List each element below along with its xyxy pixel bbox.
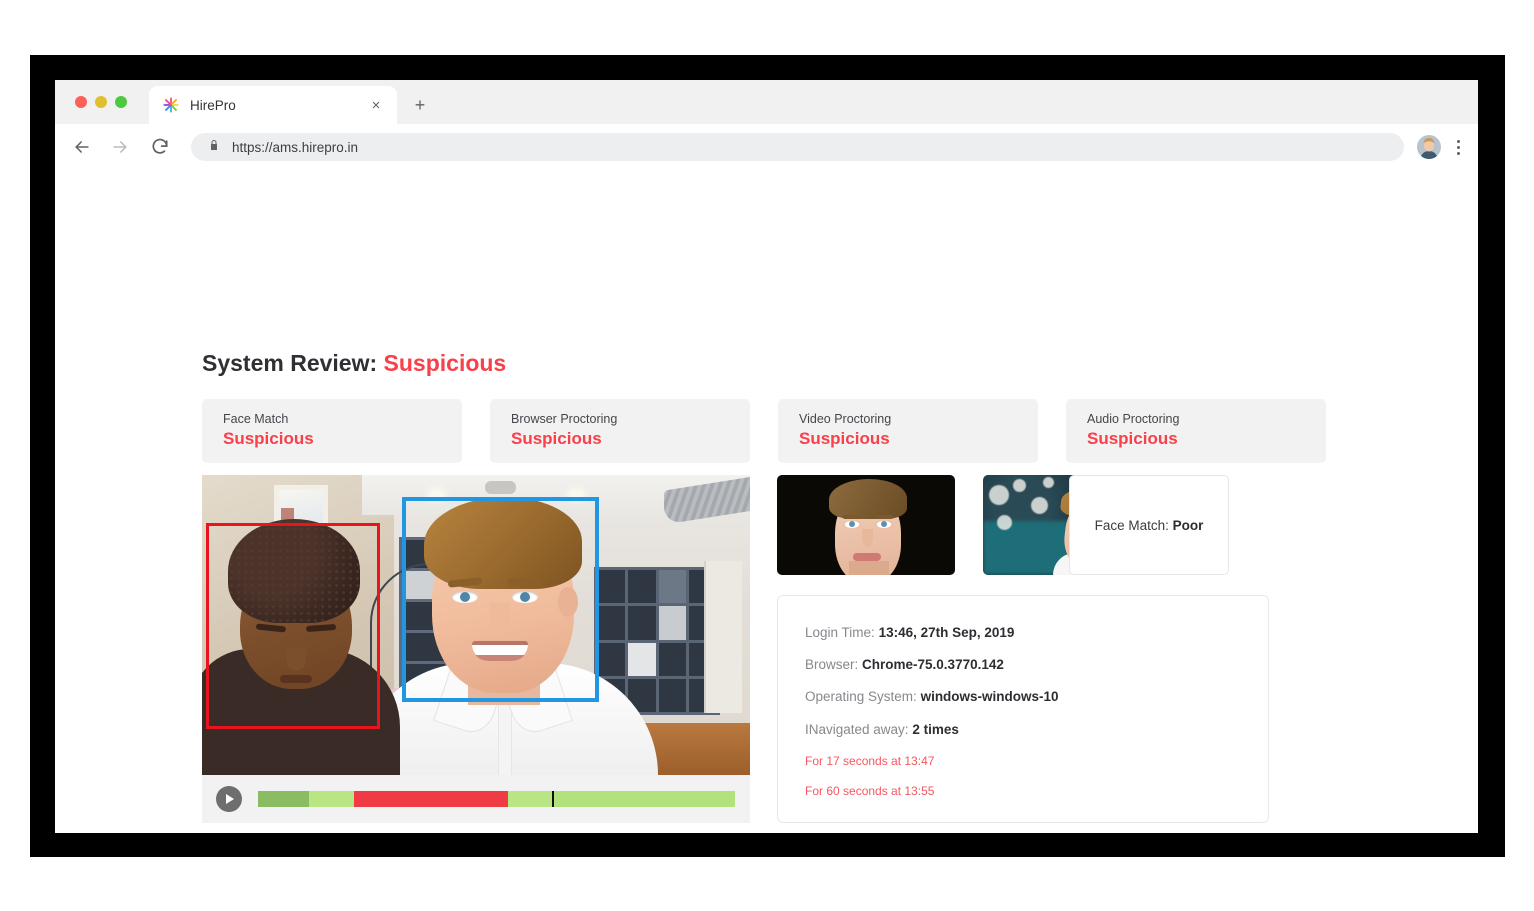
webcam-video-frame[interactable]: [202, 475, 750, 775]
timeline-segment[interactable]: [507, 791, 553, 807]
card-label: Browser Proctoring: [511, 412, 618, 426]
timeline-segment[interactable]: [552, 791, 735, 807]
info-row-operating-system: Operating System: windows-windows-10: [805, 689, 1268, 705]
back-icon[interactable]: [70, 135, 94, 159]
status-badge: Suspicious: [799, 428, 890, 448]
info-row-browser: Browser: Chrome-75.0.3770.142: [805, 657, 1268, 673]
status-card-video-proctoring[interactable]: Video Proctoring Suspicious: [778, 399, 1038, 463]
navigation-alert: For 17 seconds at 13:47: [805, 753, 935, 768]
browser-menu-button[interactable]: [1447, 135, 1469, 159]
scene-smoke-detector: [485, 481, 516, 494]
face-match-value: Poor: [1172, 517, 1204, 533]
status-card-face-match[interactable]: Face Match Suspicious: [202, 399, 462, 463]
browser-tab-title: HirePro: [190, 97, 236, 113]
window-minimize-button[interactable]: [95, 96, 107, 108]
session-info-panel: Login Time: 13:46, 27th Sep, 2019 Browse…: [777, 595, 1269, 823]
face-match-label: Face Match:: [1094, 517, 1169, 533]
face-detection-box-candidate: [402, 497, 599, 702]
info-row-navigated-away: INavigated away: 2 times: [805, 722, 1268, 738]
play-button[interactable]: [216, 786, 242, 812]
page-title-status: Suspicious: [383, 350, 507, 376]
forward-icon[interactable]: [108, 135, 132, 159]
status-card-audio-proctoring[interactable]: Audio Proctoring Suspicious: [1066, 399, 1326, 463]
browser-tab-hirepro[interactable]: HirePro ×: [149, 86, 397, 124]
face-match-result-text: Face Match: Poor: [1095, 518, 1204, 533]
page-content: System Review: Suspicious Face Match Sus…: [55, 170, 1478, 833]
avatar[interactable]: [1417, 135, 1441, 159]
info-label: Operating System:: [805, 689, 917, 705]
status-card-browser-proctoring[interactable]: Browser Proctoring Suspicious: [490, 399, 750, 463]
page-title-prefix: System Review:: [202, 350, 378, 376]
timeline-segment[interactable]: [308, 791, 354, 807]
window-maximize-button[interactable]: [115, 96, 127, 108]
status-badge: Suspicious: [1087, 428, 1178, 448]
status-badge: Suspicious: [511, 428, 602, 448]
navigation-alert: For 60 seconds at 13:55: [805, 784, 935, 799]
close-icon[interactable]: ×: [365, 94, 387, 116]
timeline-segment[interactable]: [258, 791, 309, 807]
hirepro-starburst-icon: [163, 97, 179, 113]
browser-window: HirePro × + https://ams.hirepro.in Syste…: [55, 80, 1478, 833]
timeline-playhead-marker[interactable]: [552, 791, 555, 807]
window-close-button[interactable]: [75, 96, 87, 108]
info-label: Browser:: [805, 657, 859, 673]
kebab-dot: [1456, 151, 1460, 155]
kebab-dot: [1456, 145, 1460, 149]
face-match-result-card: Face Match: Poor: [1069, 475, 1229, 575]
url-text: https://ams.hirepro.in: [232, 139, 359, 155]
video-player-controls: [202, 775, 750, 823]
browser-tab-strip: HirePro × +: [55, 80, 1478, 124]
info-value: windows-windows-10: [920, 689, 1059, 705]
card-label: Face Match: [223, 412, 289, 426]
play-triangle-icon: [226, 794, 234, 804]
video-proctoring-panel: [202, 475, 750, 823]
info-label: Login Time:: [805, 625, 875, 640]
timeline-segment[interactable]: [353, 791, 508, 807]
info-value: Chrome-75.0.3770.142: [862, 657, 1004, 673]
info-label: INavigated away:: [805, 721, 909, 737]
scene-door: [704, 561, 742, 713]
page-title: System Review: Suspicious: [202, 350, 506, 377]
card-label: Video Proctoring: [799, 412, 892, 426]
info-value: 13:46, 27th Sep, 2019: [878, 625, 1015, 640]
reload-icon[interactable]: [148, 135, 172, 159]
address-bar[interactable]: https://ams.hirepro.in: [191, 133, 1404, 161]
info-value: 2 times: [912, 721, 959, 737]
info-row-login-time: Login Time: 13:46, 27th Sep, 2019: [805, 625, 1268, 641]
browser-toolbar: https://ams.hirepro.in: [55, 124, 1478, 170]
status-badge: Suspicious: [223, 428, 314, 448]
new-tab-button[interactable]: +: [407, 92, 433, 118]
lock-icon: [208, 138, 220, 156]
face-detection-box-unidentified: [206, 523, 380, 729]
registered-photo-thumbnail[interactable]: [777, 475, 955, 575]
video-timeline-track[interactable]: [258, 791, 735, 807]
card-label: Audio Proctoring: [1087, 412, 1180, 426]
status-card-row: Face Match Suspicious Browser Proctoring…: [202, 399, 1326, 463]
kebab-dot: [1456, 139, 1460, 143]
